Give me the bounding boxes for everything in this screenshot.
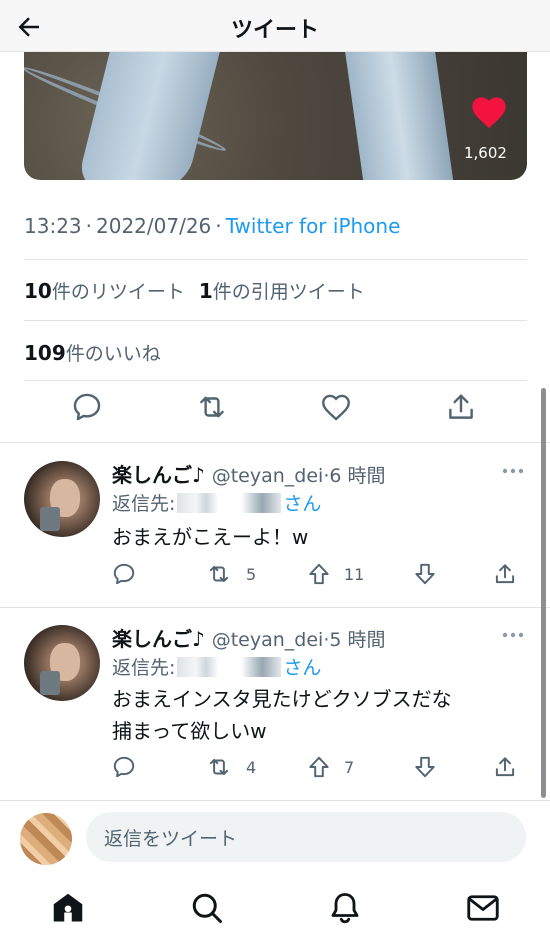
share-icon[interactable] (492, 754, 518, 780)
heart-icon (472, 97, 506, 128)
reply-text: おまえがこえーよ！w (112, 525, 309, 549)
reply-prefix: 返信先: (112, 657, 176, 679)
quotes-label: 件の引用ツイート (212, 281, 365, 303)
reply-target-link[interactable]: さん (283, 657, 321, 679)
reply-author[interactable]: 楽しんご♪ @teyan_dei·5 時間 (112, 623, 386, 652)
avatar-glass (40, 671, 60, 695)
reply-prefix: 返信先: (112, 493, 176, 515)
divider (24, 380, 527, 381)
tweet-age: ·5 時間 (323, 629, 386, 651)
reply-to-line: 返信先: さん (112, 489, 321, 516)
avatar[interactable] (24, 625, 100, 701)
upvote-count: 7 (344, 758, 355, 777)
reply-icon[interactable] (111, 754, 137, 780)
likes-link[interactable]: 109件のいいね (24, 341, 161, 365)
retweets-label: 件のリツイート (51, 281, 185, 303)
mosaic-username (177, 657, 282, 677)
tweet-meta: 13:23 · 2022/07/26 · Twitter for iPhone (24, 214, 400, 238)
display-name: 楽しんご♪ (112, 627, 205, 651)
reply-to-line: 返信先: さん (112, 653, 321, 680)
reply-action-bar: 4 7 (100, 754, 540, 784)
reply-text: おまえインスタ見たけどクソブスだな 捕まって欲しいw (112, 687, 452, 743)
top-nav-bar: ツイート (0, 0, 550, 52)
retweet-count: 4 (246, 758, 257, 777)
reply-composer: 返信をツイート (0, 800, 550, 872)
search-icon[interactable] (189, 890, 225, 926)
share-icon[interactable] (492, 561, 518, 587)
like-icon[interactable] (319, 390, 353, 424)
mosaic-username (177, 493, 282, 513)
likes-label: 件のいいね (65, 343, 161, 365)
reply-input[interactable]: 返信をツイート (86, 812, 526, 862)
like-stats: 109件のいいね (24, 339, 161, 366)
reply-target-link[interactable]: さん (283, 493, 321, 515)
user-handle: @teyan_dei (211, 629, 324, 651)
bottom-tab-bar (0, 876, 550, 944)
downvote-icon[interactable] (412, 754, 438, 780)
display-name: 楽しんご♪ (112, 463, 205, 487)
reply-tweet[interactable]: 楽しんご♪ @teyan_dei·6 時間 返信先: さん おまえがこえーよ！w … (0, 443, 550, 607)
upvote-icon[interactable] (306, 754, 332, 780)
avatar[interactable] (24, 461, 100, 537)
reply-action-bar: 5 11 (100, 561, 540, 591)
notifications-icon[interactable] (327, 890, 363, 926)
retweet-count: 5 (246, 565, 257, 584)
reply-icon[interactable] (70, 390, 104, 424)
home-icon[interactable] (50, 890, 86, 926)
tweet-date: 2022/07/26 (96, 214, 212, 238)
more-icon[interactable] (502, 467, 524, 475)
meta-separator: · (215, 214, 222, 238)
tweet-age: ·6 時間 (323, 465, 386, 487)
reply-icon[interactable] (111, 561, 137, 587)
messages-icon[interactable] (465, 890, 501, 926)
reply-tweet[interactable]: 楽しんご♪ @teyan_dei·5 時間 返信先: さん おまえインスタ見たけど… (0, 608, 550, 798)
photo-leg-right (343, 40, 455, 180)
tweet-source-link[interactable]: Twitter for iPhone (226, 214, 401, 238)
retweet-icon[interactable] (195, 390, 229, 424)
upvote-count: 11 (344, 565, 365, 584)
retweets-count: 10 (24, 279, 52, 303)
retweet-icon[interactable] (206, 561, 232, 587)
upvote-icon[interactable] (306, 561, 332, 587)
retweets-link[interactable]: 10件のリツイート (24, 279, 185, 303)
downvote-icon[interactable] (412, 561, 438, 587)
divider (24, 259, 527, 260)
quotes-count: 1 (198, 279, 213, 303)
retweet-stats: 10件のリツイート 1件の引用ツイート (24, 277, 365, 304)
avatar-glass (40, 507, 60, 531)
tweet-time: 13:23 (24, 214, 82, 238)
page-title: ツイート (230, 18, 319, 43)
reply-author[interactable]: 楽しんご♪ @teyan_dei·6 時間 (112, 459, 386, 488)
divider (24, 320, 527, 321)
more-icon[interactable] (502, 631, 524, 639)
current-user-avatar[interactable] (20, 813, 72, 865)
meta-separator: · (85, 214, 92, 238)
quotes-link[interactable]: 1件の引用ツイート (198, 279, 365, 303)
photo-like-count: 1,602 (464, 144, 507, 162)
tweet-photo[interactable]: 1,602 (24, 40, 527, 180)
likes-count: 109 (24, 341, 66, 365)
user-handle: @teyan_dei (211, 465, 324, 487)
photo-leg-left (75, 40, 223, 180)
scrollbar[interactable] (541, 388, 546, 798)
retweet-icon[interactable] (206, 754, 232, 780)
share-icon[interactable] (444, 390, 478, 424)
tweet-action-bar (0, 390, 550, 434)
